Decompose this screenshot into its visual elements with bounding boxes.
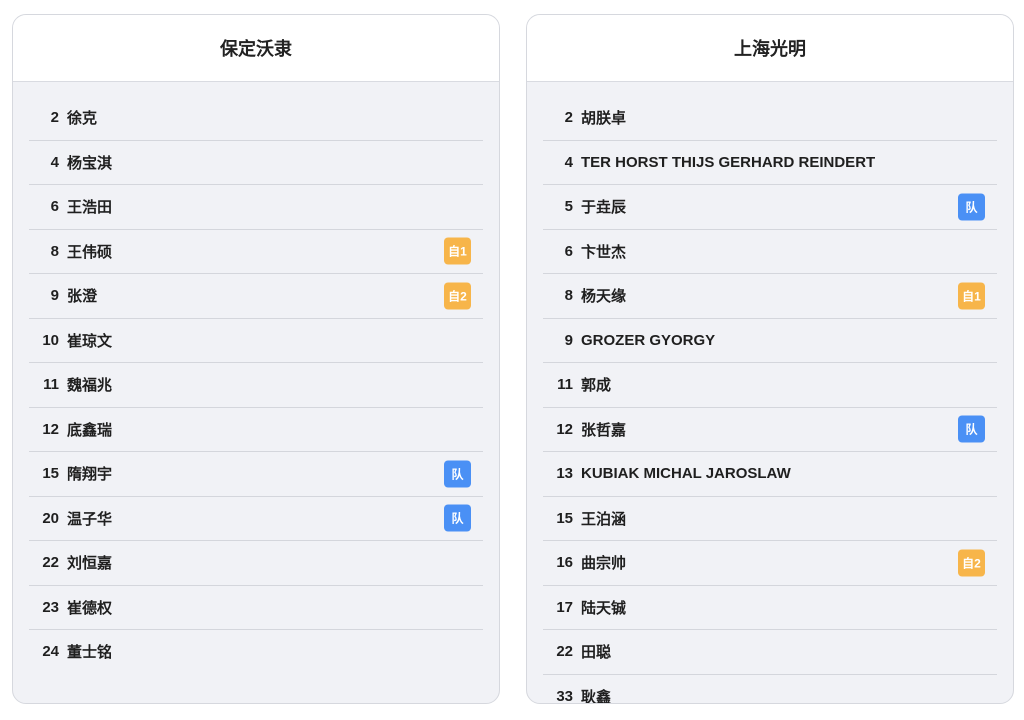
player-number: 2 (50, 109, 59, 127)
player-number: 17 (556, 598, 573, 616)
player-number: 22 (42, 554, 59, 572)
player-number: 11 (43, 376, 59, 394)
player-row[interactable]: 12 张哲嘉 队 (543, 408, 997, 452)
player-name: 于垚辰 (581, 199, 627, 217)
libero-badge: 自1 (444, 237, 471, 265)
player-row[interactable]: 6 王浩田 (29, 185, 483, 230)
player-number: 22 (556, 643, 573, 661)
player-name: 崔琼文 (67, 332, 113, 350)
player-name: TER HORST THIJS GERHARD REINDERT (581, 153, 876, 171)
player-row[interactable]: 9 GROZER GYORGY (543, 319, 997, 363)
captain-badge: 队 (444, 460, 471, 488)
player-number: 16 (556, 554, 573, 572)
libero-badge: 自2 (958, 549, 985, 577)
player-name: 魏福兆 (67, 377, 113, 395)
player-name: 郭成 (581, 377, 612, 395)
player-row[interactable]: 2 胡朕卓 (543, 96, 997, 141)
player-name: 杨宝淇 (67, 154, 113, 172)
player-name: GROZER GYORGY (581, 331, 716, 349)
player-number: 33 (556, 687, 573, 704)
player-name: 温子华 (67, 510, 113, 528)
team-card-away: 上海光明 2 胡朕卓 4 TER HORST THIJS GERHARD REINDE… (526, 14, 1014, 704)
player-row[interactable]: 13 KUBIAK MICHAL JAROSLAW (543, 452, 997, 497)
player-name: 卞世杰 (581, 243, 627, 261)
player-name: 胡朕卓 (581, 110, 627, 128)
player-number: 2 (564, 109, 573, 127)
player-name: 杨天缘 (581, 288, 627, 306)
player-row[interactable]: 8 杨天缘 自1 (543, 274, 997, 319)
player-name: 曲宗帅 (581, 555, 627, 573)
player-name: 王浩田 (67, 199, 113, 217)
player-row[interactable]: 11 郭成 (543, 363, 997, 408)
player-row[interactable]: 12 底鑫瑞 (29, 408, 483, 452)
player-list: 2 胡朕卓 4 TER HORST THIJS GERHARD REINDERT 5 于垚… (527, 82, 1013, 704)
player-row[interactable]: 10 崔琼文 (29, 319, 483, 363)
player-number: 23 (42, 598, 59, 616)
player-number: 8 (564, 287, 573, 305)
player-name: 张哲嘉 (581, 421, 627, 439)
player-name: KUBIAK MICHAL JAROSLAW (581, 465, 791, 483)
player-number: 11 (557, 376, 573, 394)
player-name: 隋翔宇 (67, 466, 113, 484)
player-name: 徐克 (67, 110, 98, 128)
player-number: 15 (42, 465, 59, 483)
player-row[interactable]: 11 魏福兆 (29, 363, 483, 408)
player-name: 王伟硕 (67, 243, 113, 261)
libero-badge: 自1 (958, 282, 985, 310)
player-number: 12 (42, 420, 59, 438)
player-number: 15 (556, 509, 573, 527)
player-number: 10 (42, 331, 59, 349)
team-card-home: 保定沃隶 2 徐克 4 杨宝淇 6 王浩田 8 王伟硕 自1 9 张澄 自2 10 崔琼文 11 魏福兆 12 底… (12, 14, 500, 704)
player-name: 耿鑫 (581, 688, 612, 704)
player-number: 8 (50, 242, 59, 260)
player-row[interactable]: 4 TER HORST THIJS GERHARD REINDERT (543, 141, 997, 185)
player-number: 9 (564, 331, 573, 349)
player-name: 底鑫瑞 (67, 421, 113, 439)
player-row[interactable]: 22 田聪 (543, 630, 997, 675)
player-number: 5 (564, 198, 573, 216)
player-number: 4 (50, 153, 59, 171)
player-number: 9 (50, 287, 59, 305)
player-row[interactable]: 9 张澄 自2 (29, 274, 483, 319)
captain-badge: 队 (444, 504, 471, 532)
player-name: 陆天铖 (581, 599, 627, 617)
player-number: 6 (50, 198, 59, 216)
player-number: 4 (564, 153, 573, 171)
player-row[interactable]: 16 曲宗帅 自2 (543, 541, 997, 586)
player-name: 董士铭 (67, 644, 113, 662)
player-row[interactable]: 23 崔德权 (29, 586, 483, 630)
player-name: 崔德权 (67, 599, 113, 617)
player-number: 24 (42, 643, 59, 661)
player-row[interactable]: 8 王伟硕 自1 (29, 230, 483, 274)
libero-badge: 自2 (444, 282, 471, 310)
player-row[interactable]: 2 徐克 (29, 96, 483, 141)
player-name: 王泊涵 (581, 510, 627, 528)
player-name: 刘恒嘉 (67, 555, 113, 573)
player-number: 20 (42, 509, 59, 527)
player-row[interactable]: 20 温子华 队 (29, 497, 483, 541)
player-row[interactable]: 24 董士铭 (29, 630, 483, 674)
player-row[interactable]: 15 王泊涵 (543, 497, 997, 541)
player-row[interactable]: 17 陆天铖 (543, 586, 997, 630)
player-row[interactable]: 4 杨宝淇 (29, 141, 483, 185)
player-row[interactable]: 22 刘恒嘉 (29, 541, 483, 586)
player-list: 2 徐克 4 杨宝淇 6 王浩田 8 王伟硕 自1 9 张澄 自2 10 崔琼文 11 魏福兆 12 底鑫瑞 15 隋… (13, 82, 499, 674)
player-number: 12 (556, 420, 573, 438)
player-row[interactable]: 6 卞世杰 (543, 230, 997, 274)
player-number: 6 (564, 242, 573, 260)
captain-badge: 队 (958, 415, 985, 443)
player-number: 13 (556, 465, 573, 483)
player-row[interactable]: 15 隋翔宇 队 (29, 452, 483, 497)
team-name: 上海光明 (527, 15, 1013, 82)
player-name: 张澄 (67, 288, 98, 306)
player-name: 田聪 (581, 644, 612, 662)
captain-badge: 队 (958, 193, 985, 221)
player-row[interactable]: 5 于垚辰 队 (543, 185, 997, 230)
team-name: 保定沃隶 (13, 15, 499, 82)
player-row[interactable]: 33 耿鑫 (543, 675, 997, 704)
